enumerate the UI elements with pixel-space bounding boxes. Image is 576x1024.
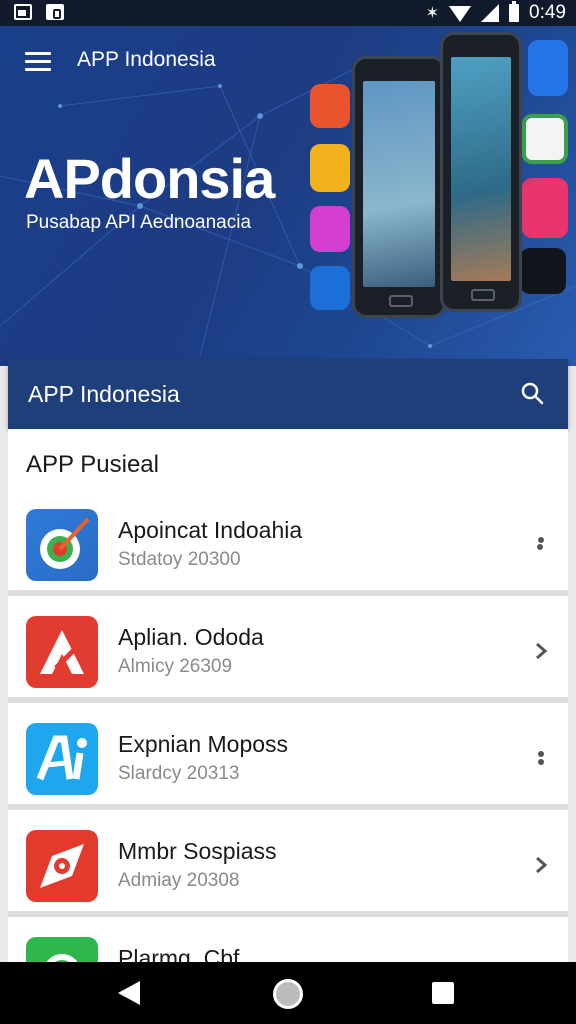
search-icon[interactable] [520, 381, 544, 405]
chevron-right-icon[interactable] [532, 856, 550, 874]
app-name: Apoincat Indoahia [118, 517, 303, 543]
app-meta: Almicy 26309 [118, 656, 233, 677]
app-name: Aplian. Ododa [118, 624, 264, 650]
chevron-right-icon[interactable] [532, 642, 550, 660]
hero-banner: APP Indonesia APdonsia Pusabap API Aedno… [0, 26, 576, 366]
app-name: Mmbr Sospiass [118, 838, 277, 864]
bluetooth-icon: ✶ [425, 5, 440, 22]
battery-icon [509, 1, 520, 22]
cell-signal-icon [481, 4, 500, 22]
recents-button[interactable] [432, 982, 454, 1004]
more-icon[interactable] [532, 749, 550, 767]
chrome-tile-icon [522, 114, 568, 164]
app-meta: Slardcy 20313 [118, 763, 240, 784]
wifi-icon [449, 6, 472, 22]
red-compass-app-icon [26, 830, 98, 902]
pink-play-tile-icon [522, 178, 568, 238]
app-meta: Admiay 20308 [118, 870, 240, 891]
red-app-tile-icon [310, 84, 350, 128]
list-item[interactable]: Expnian Moposs Slardcy 20313 [8, 703, 568, 810]
list-item[interactable]: Aplian. Ododa Almicy 26309 [8, 596, 568, 703]
app-notification-icon [46, 4, 64, 20]
home-button[interactable] [273, 979, 303, 1009]
green-app-icon [26, 937, 98, 964]
hero-title: APdonsia [24, 147, 275, 210]
target-app-icon [26, 509, 98, 581]
menu-button[interactable] [25, 52, 51, 71]
ai-app-icon [26, 723, 98, 795]
gallery-notification-icon [14, 4, 32, 20]
list-item[interactable]: Apoincat Indoahia Stdatoy 20300 [8, 489, 568, 596]
phone-mockup-left [352, 56, 446, 318]
red-a-app-icon [26, 616, 98, 688]
list-item[interactable]: Mmbr Sospiass Admiay 20308 [8, 810, 568, 917]
app-meta: Stdatoy 20300 [118, 549, 241, 570]
status-time: 0:49 [529, 2, 566, 23]
toolbar-title: APP Indonesia [28, 381, 180, 407]
back-button[interactable] [118, 981, 140, 1005]
app-name: Expnian Moposs [118, 731, 289, 757]
app-list: APP Pusieal Apoincat Indoahia Stdatoy 20… [8, 429, 568, 964]
camera-tile-icon [520, 248, 566, 294]
app-toolbar: APP Indonesia [8, 359, 568, 429]
list-item[interactable]: Plarmg. Cbf [8, 917, 568, 964]
phone-mockup-right [440, 32, 522, 312]
yellow-app-tile-icon [310, 144, 350, 192]
menu-icon [25, 52, 51, 55]
more-icon[interactable] [532, 535, 550, 553]
header-title: APP Indonesia [77, 48, 216, 71]
system-navigation-bar [0, 962, 576, 1024]
blue-app-tile-icon [310, 266, 350, 310]
section-title: APP Pusieal [26, 451, 159, 478]
blue-person-tile-icon [528, 40, 568, 96]
status-bar: ✶ 0:49 [0, 0, 576, 26]
purple-play-tile-icon [310, 206, 350, 252]
hero-subtitle: Pusabap API Aednoanacia [26, 212, 252, 233]
